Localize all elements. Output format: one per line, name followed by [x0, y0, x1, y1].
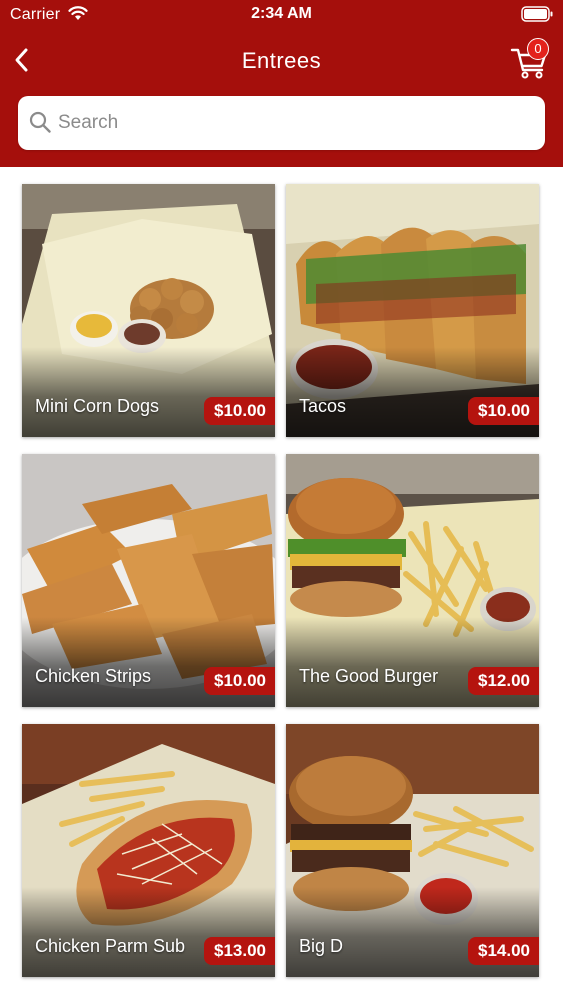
status-bar: Carrier 2:34 AM [0, 0, 563, 30]
menu-item-name: Mini Corn Dogs [35, 396, 160, 416]
search-input[interactable] [58, 96, 528, 150]
menu-item-price: $10.00 [204, 397, 275, 425]
menu-item-name: The Good Burger [299, 666, 439, 686]
menu-item-price: $13.00 [204, 937, 275, 965]
menu-item-card[interactable]: Chicken Strips $10.00 [22, 454, 275, 707]
menu-item-name: Big D [299, 936, 344, 956]
page-title: Entrees [241, 48, 322, 73]
battery-icon [521, 6, 553, 22]
menu-item-name: Chicken Parm Sub [35, 936, 186, 956]
cart-button[interactable]: 0 [509, 38, 553, 82]
menu-item-name: Tacos [299, 396, 347, 416]
menu-item-card[interactable]: Chicken Parm Sub $13.00 [22, 724, 275, 977]
menu-grid: Mini Corn Dogs $10.00 Tacos $10.00 Chick… [0, 167, 563, 1000]
menu-item-card[interactable]: Mini Corn Dogs $10.00 [22, 184, 275, 437]
menu-item-price: $10.00 [204, 667, 275, 695]
cart-count-badge: 0 [527, 38, 549, 60]
menu-item-name: Chicken Strips [35, 666, 152, 686]
status-time: 2:34 AM [251, 5, 312, 22]
menu-item-card[interactable]: The Good Burger $12.00 [286, 454, 539, 707]
menu-item-price: $10.00 [468, 397, 539, 425]
menu-item-price: $14.00 [468, 937, 539, 965]
nav-bar: Entrees 0 [0, 38, 563, 84]
app-header: Carrier 2:34 AM Entrees 0 [0, 0, 563, 167]
menu-item-card[interactable]: Big D $14.00 [286, 724, 539, 977]
menu-item-card[interactable]: Tacos $10.00 [286, 184, 539, 437]
menu-item-price: $12.00 [468, 667, 539, 695]
search-bar[interactable] [18, 96, 545, 150]
search-icon [29, 111, 51, 133]
